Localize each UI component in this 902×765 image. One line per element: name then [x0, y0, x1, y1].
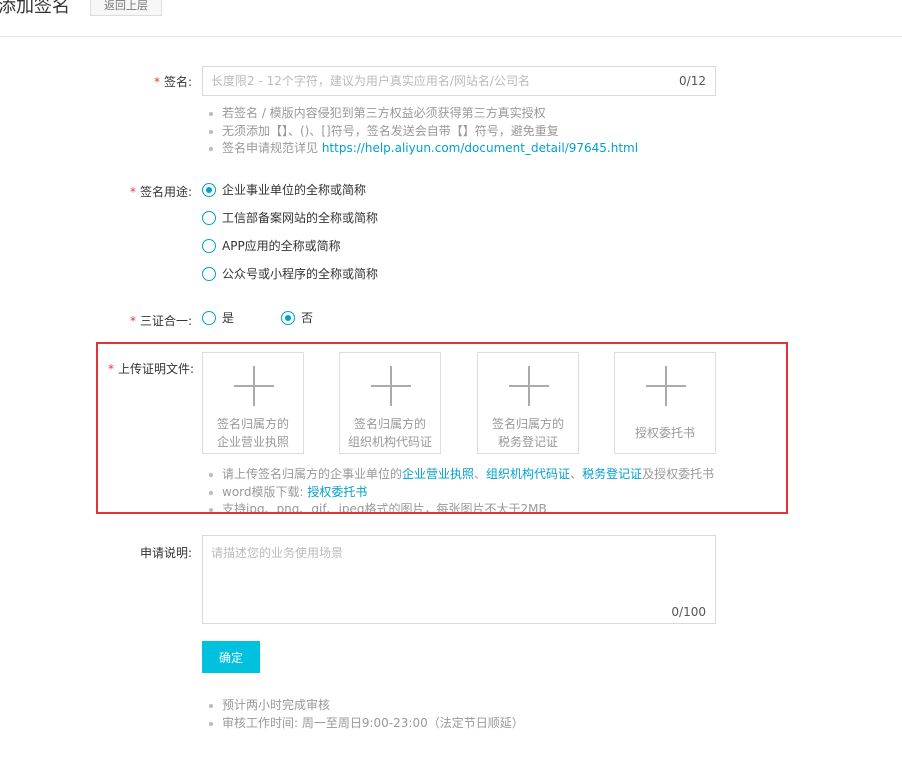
confirm-button[interactable]: 确定 — [202, 641, 260, 673]
radio-icon[interactable] — [202, 266, 216, 281]
usage-option-miniprogram[interactable]: 公众号或小程序的全称或简称 — [202, 265, 378, 282]
note-text: 、 — [570, 467, 583, 481]
radio-label: 否 — [301, 311, 314, 325]
note-text: word模版下载: — [222, 484, 308, 499]
spec-link[interactable]: https://help.aliyun.com/document_detail/… — [322, 141, 638, 155]
plus-icon — [371, 366, 411, 406]
three-in-one-yes[interactable]: 是 — [202, 309, 234, 326]
required-mark: * — [153, 75, 160, 89]
list-item: 签名申请规范详见 https://help.aliyun.com/documen… — [206, 140, 638, 158]
upload-authorization[interactable]: 授权委托书 — [614, 352, 716, 454]
signature-input[interactable] — [203, 67, 679, 95]
header-divider — [0, 36, 902, 37]
back-button[interactable]: 返回上层 — [90, 0, 162, 16]
signature-notes: 若签名 / 模版内容侵犯到第三方权益必须获得第三方真实授权 无须添加【】、()、… — [206, 105, 638, 158]
list-item: 无须添加【】、()、[]符号，签名发送会自带【】符号，避免重复 — [206, 123, 638, 141]
authorization-template-link[interactable]: 授权委托书 — [307, 485, 367, 499]
signature-label: * 签名: — [0, 73, 192, 90]
radio-selected-icon[interactable] — [281, 310, 295, 325]
upload-business-license[interactable]: 签名归属方的 企业营业执照 — [202, 352, 304, 454]
upload-caption: 签名归属方的 税务登记证 — [478, 415, 578, 451]
caption-line: 签名归属方的 — [353, 417, 426, 431]
signature-counter: 0/12 — [679, 74, 706, 88]
tax-registration-link[interactable]: 税务登记证 — [582, 467, 642, 481]
caption-line: 税务登记证 — [497, 435, 558, 449]
note-text: 签名申请规范详见 — [222, 141, 322, 155]
radio-icon[interactable] — [202, 210, 216, 225]
required-mark: * — [129, 185, 136, 199]
list-item: 预计两小时完成审核 — [206, 697, 524, 715]
upload-notes: 请上传签名归属方的企事业单位的企业营业执照、组织机构代码证、税务登记证及授权委托… — [206, 466, 714, 512]
three-in-one-label-text: 三证合一: — [139, 314, 192, 328]
review-notes: 预计两小时完成审核 审核工作时间: 周一至周日9:00-23:00（法定节日顺延… — [206, 697, 524, 732]
usage-option-enterprise[interactable]: 企业事业单位的全称或简称 — [202, 181, 366, 198]
page-title: 添加签名 — [0, 0, 70, 17]
radio-label: 是 — [222, 311, 235, 325]
three-in-one-no[interactable]: 否 — [281, 309, 313, 326]
caption-line: 组织机构代码证 — [347, 435, 432, 449]
usage-label-text: 签名用途: — [139, 185, 192, 199]
radio-label: 工信部备案网站的全称或简称 — [222, 211, 379, 225]
list-item: 请上传签名归属方的企事业单位的企业营业执照、组织机构代码证、税务登记证及授权委托… — [206, 466, 714, 484]
upload-label-text: 上传证明文件: — [117, 362, 194, 376]
caption-line: 签名归属方的 — [216, 417, 289, 431]
list-item: 审核工作时间: 周一至周日9:00-23:00（法定节日顺延） — [206, 715, 524, 733]
description-field[interactable]: 0/100 — [202, 535, 716, 624]
business-license-link[interactable]: 企业营业执照 — [402, 467, 474, 481]
list-item: 支持jpg、png、gif、jpeg格式的图片，每张图片不大于2MB — [206, 501, 714, 512]
list-item: 若签名 / 模版内容侵犯到第三方权益必须获得第三方真实授权 — [206, 105, 638, 123]
required-mark: * — [107, 362, 114, 376]
upload-caption: 签名归属方的 企业营业执照 — [203, 415, 303, 451]
three-in-one-label: * 三证合一: — [0, 312, 192, 329]
usage-option-website[interactable]: 工信部备案网站的全称或简称 — [202, 209, 378, 226]
plus-icon — [646, 366, 686, 406]
upload-caption: 授权委托书 — [615, 424, 715, 442]
description-textarea[interactable] — [203, 536, 715, 596]
radio-label: 企业事业单位的全称或简称 — [222, 183, 367, 197]
note-text: 及授权委托书 — [642, 467, 715, 481]
note-text: 、 — [474, 467, 487, 481]
upload-caption: 签名归属方的 组织机构代码证 — [340, 415, 440, 451]
caption-line: 企业营业执照 — [216, 435, 289, 449]
upload-highlight-box: * 上传证明文件: 签名归属方的 企业营业执照 签名归属方的 组织机构代码证 签名… — [96, 342, 788, 514]
caption-line: 授权委托书 — [634, 426, 695, 440]
note-text: 请上传签名归属方的企事业单位的 — [222, 467, 403, 481]
plus-icon — [509, 366, 549, 406]
upload-org-code[interactable]: 签名归属方的 组织机构代码证 — [339, 352, 441, 454]
radio-icon[interactable] — [202, 238, 216, 253]
description-counter: 0/100 — [671, 605, 706, 619]
caption-line: 签名归属方的 — [491, 417, 564, 431]
list-item: word模版下载: 授权委托书 — [206, 484, 714, 502]
signature-label-text: 签名: — [163, 75, 192, 89]
radio-label: APP应用的全称或简称 — [222, 239, 341, 253]
upload-tax-registration[interactable]: 签名归属方的 税务登记证 — [477, 352, 579, 454]
description-label: 申请说明: — [139, 546, 192, 560]
usage-label: * 签名用途: — [0, 183, 192, 200]
usage-option-app[interactable]: APP应用的全称或简称 — [202, 237, 341, 254]
required-mark: * — [129, 314, 136, 328]
radio-label: 公众号或小程序的全称或简称 — [222, 267, 379, 281]
radio-icon[interactable] — [202, 310, 216, 325]
radio-selected-icon[interactable] — [202, 182, 216, 197]
signature-field[interactable]: 0/12 — [202, 66, 716, 96]
org-code-link[interactable]: 组织机构代码证 — [486, 467, 570, 481]
upload-label: * 上传证明文件: — [98, 360, 194, 377]
plus-icon — [234, 366, 274, 406]
